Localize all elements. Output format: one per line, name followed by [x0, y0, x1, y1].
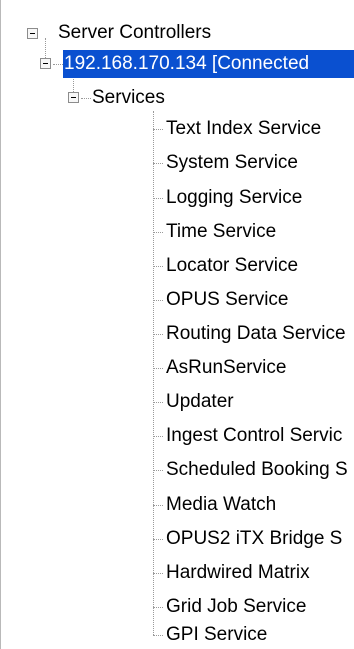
tree-connector-line [153, 368, 163, 369]
tree-node-label: Services [92, 87, 165, 108]
tree-item-service[interactable]: Grid Job Service [1, 593, 354, 621]
tree-connector-line [153, 573, 163, 574]
tree-item-service[interactable]: Media Watch [1, 491, 354, 519]
tree-item-service[interactable]: OPUS Service [1, 286, 354, 314]
tree-item-service[interactable]: Locator Service [1, 252, 354, 280]
tree-item-label: AsRunService [166, 357, 287, 378]
tree-item-service[interactable]: GPI Service [1, 621, 354, 649]
tree-item-service[interactable]: Updater [1, 388, 354, 416]
tree-connector-line [153, 505, 163, 506]
tree-connector-line [153, 607, 163, 608]
tree-connector-line [153, 334, 163, 335]
tree-node-server[interactable]: 192.168.170.134 [Connected [1, 50, 354, 78]
tree-item-service[interactable]: Hardwired Matrix [1, 559, 354, 587]
tree-connector-line [153, 266, 163, 267]
tree-item-label: Logging Service [166, 187, 303, 208]
tree-connector-line [153, 539, 163, 540]
tree-connector-line [153, 470, 163, 471]
tree-connector-line [153, 635, 163, 636]
tree-item-label: OPUS2 iTX Bridge S [166, 528, 343, 549]
tree-item-label: Text Index Service [166, 118, 322, 139]
tree-connector-line [153, 436, 163, 437]
tree-item-service[interactable]: OPUS2 iTX Bridge S [1, 525, 354, 553]
collapse-icon[interactable] [27, 28, 38, 39]
tree-connector-line [153, 300, 163, 301]
tree-item-service[interactable]: System Service [1, 149, 354, 177]
tree-item-label: Updater [166, 391, 234, 412]
tree-connector-line [153, 198, 163, 199]
tree-item-label: Grid Job Service [166, 596, 307, 617]
tree-item-label: Ingest Control Servic [166, 425, 343, 446]
tree-item-label: Locator Service [166, 255, 299, 276]
tree-item-label: OPUS Service [166, 289, 289, 310]
tree-item-service[interactable]: Routing Data Service [1, 320, 354, 348]
tree-connector-line [153, 163, 163, 164]
tree-item-label: Routing Data Service [166, 323, 346, 344]
service-tree[interactable]: Server Controllers 192.168.170.134 [Conn… [0, 0, 354, 649]
tree-item-service[interactable]: AsRunService [1, 354, 354, 382]
tree-connector-line [153, 402, 163, 403]
tree-node-label: Server Controllers [58, 22, 212, 43]
tree-connector-line [153, 232, 163, 233]
tree-item-service[interactable]: Ingest Control Servic [1, 422, 354, 450]
tree-node-label: 192.168.170.134 [Connected [63, 50, 354, 78]
collapse-icon[interactable] [68, 92, 79, 103]
collapse-icon[interactable] [40, 58, 51, 69]
tree-item-label: Time Service [166, 221, 277, 242]
tree-item-label: Scheduled Booking S [166, 459, 348, 480]
tree-item-label: System Service [166, 152, 298, 173]
tree-item-label: GPI Service [166, 624, 268, 645]
tree-item-label: Hardwired Matrix [166, 562, 310, 583]
tree-item-service[interactable]: Time Service [1, 218, 354, 246]
tree-item-service[interactable]: Text Index Service [1, 115, 354, 143]
tree-node-services[interactable]: Services [1, 84, 354, 112]
tree-item-service[interactable]: Logging Service [1, 184, 354, 212]
tree-item-label: Media Watch [166, 494, 277, 515]
tree-connector-line [153, 129, 163, 130]
tree-item-service[interactable]: Scheduled Booking S [1, 456, 354, 484]
tree-node-server-controllers[interactable]: Server Controllers [1, 19, 354, 47]
